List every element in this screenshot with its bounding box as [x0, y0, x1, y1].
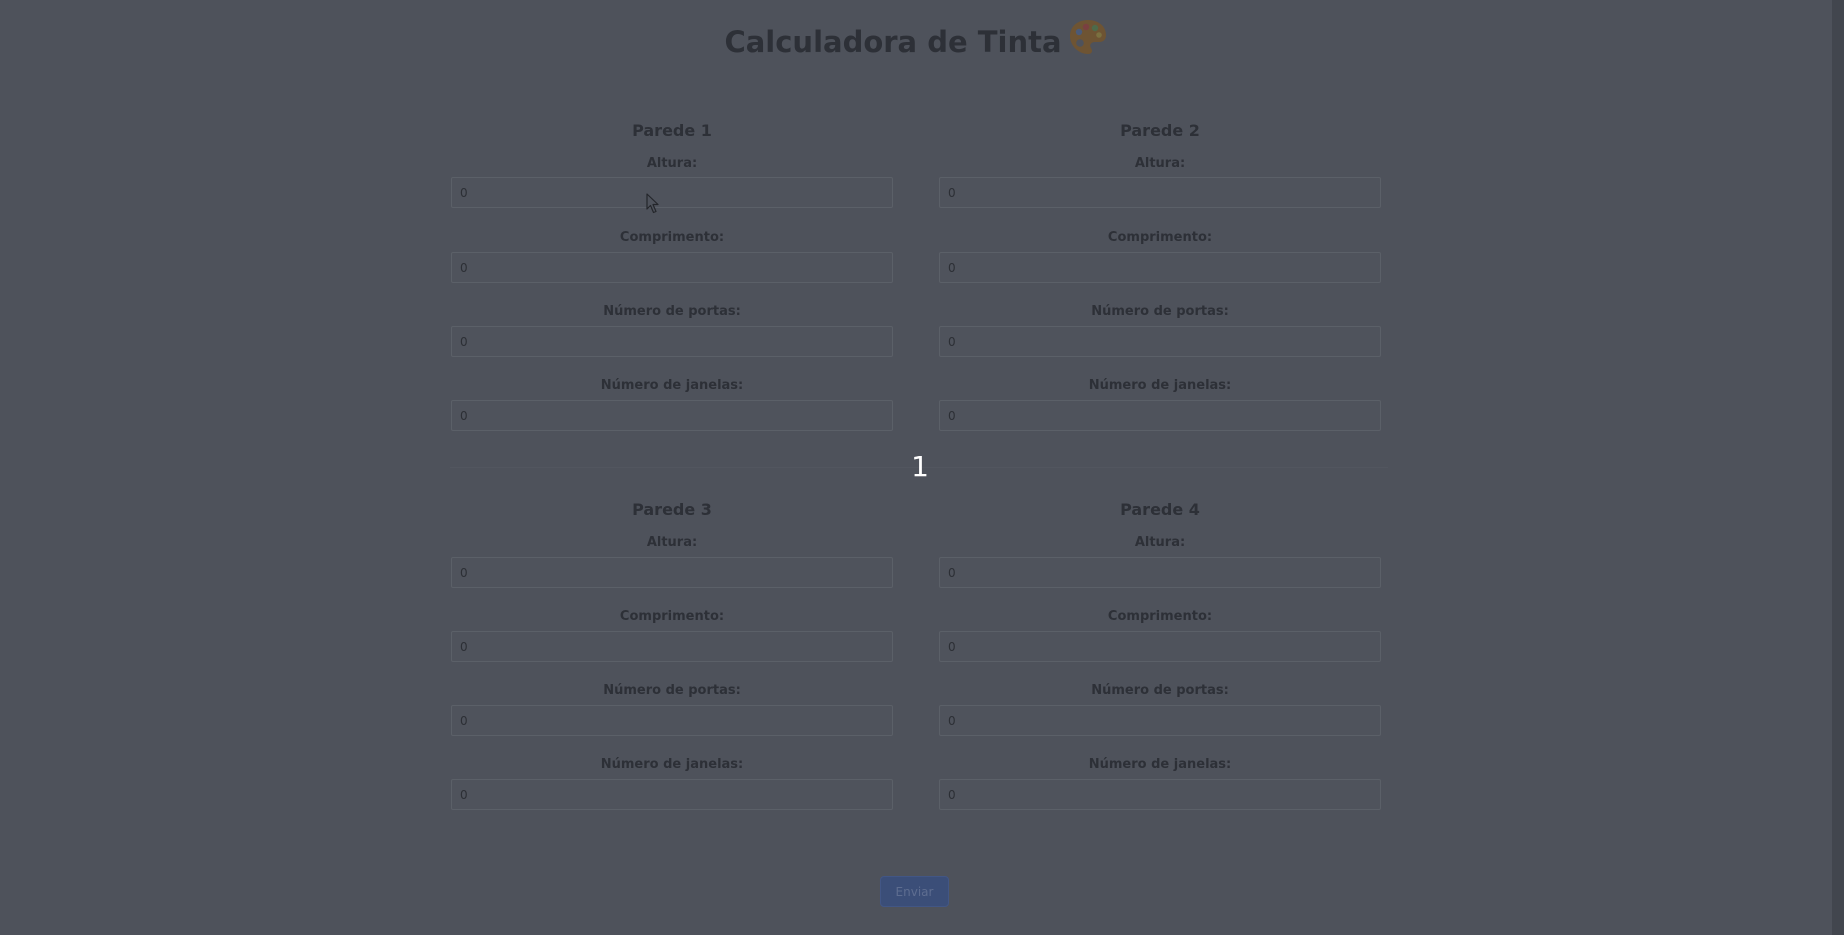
- height-label: Altura:: [1134, 535, 1186, 550]
- page-number-indicator: 1: [911, 450, 929, 483]
- wall-2-height-input[interactable]: [939, 177, 1381, 208]
- wall-1-form: Parede 1 Altura: Comprimento: Número de …: [451, 121, 893, 431]
- wall-3-length-input[interactable]: [451, 631, 893, 662]
- wall-title: Parede 2: [1120, 121, 1200, 140]
- windows-label: Número de janelas:: [600, 757, 744, 772]
- wall-3-doors-input[interactable]: [451, 705, 893, 736]
- wall-3-form: Parede 3 Altura: Comprimento: Número de …: [451, 500, 893, 810]
- length-label: Comprimento:: [619, 609, 725, 624]
- wall-title: Parede 1: [632, 121, 712, 140]
- length-label: Comprimento:: [1107, 230, 1213, 245]
- wall-1-doors-input[interactable]: [451, 326, 893, 357]
- wall-1-windows-input[interactable]: [451, 400, 893, 431]
- wall-2-doors-input[interactable]: [939, 326, 1381, 357]
- wall-2-windows-input[interactable]: [939, 400, 1381, 431]
- vertical-scrollbar[interactable]: [1832, 0, 1844, 935]
- height-label: Altura:: [646, 156, 698, 171]
- page-title: Calculadora de Tinta: [0, 18, 1832, 63]
- height-label: Altura:: [1134, 156, 1186, 171]
- windows-label: Número de janelas:: [600, 378, 744, 393]
- wall-4-windows-input[interactable]: [939, 779, 1381, 810]
- length-label: Comprimento:: [619, 230, 725, 245]
- length-label: Comprimento:: [1107, 609, 1213, 624]
- wall-4-form: Parede 4 Altura: Comprimento: Número de …: [939, 500, 1381, 810]
- page-title-text: Calculadora de Tinta: [724, 25, 1062, 59]
- doors-label: Número de portas:: [1091, 683, 1229, 698]
- wall-title: Parede 3: [632, 500, 712, 519]
- doors-label: Número de portas:: [603, 304, 741, 319]
- wall-title: Parede 4: [1120, 500, 1200, 519]
- height-label: Altura:: [646, 535, 698, 550]
- wall-2-form: Parede 2 Altura: Comprimento: Número de …: [939, 121, 1381, 431]
- palette-icon: [1068, 18, 1108, 63]
- wall-3-windows-input[interactable]: [451, 779, 893, 810]
- doors-label: Número de portas:: [1091, 304, 1229, 319]
- wall-4-doors-input[interactable]: [939, 705, 1381, 736]
- windows-label: Número de janelas:: [1088, 378, 1232, 393]
- wall-1-height-input[interactable]: [451, 177, 893, 208]
- wall-2-length-input[interactable]: [939, 252, 1381, 283]
- mouse-cursor-icon: [646, 193, 660, 215]
- wall-3-height-input[interactable]: [451, 557, 893, 588]
- wall-1-length-input[interactable]: [451, 252, 893, 283]
- doors-label: Número de portas:: [603, 683, 741, 698]
- wall-4-length-input[interactable]: [939, 631, 1381, 662]
- wall-4-height-input[interactable]: [939, 557, 1381, 588]
- windows-label: Número de janelas:: [1088, 757, 1232, 772]
- submit-button[interactable]: Enviar: [880, 876, 949, 907]
